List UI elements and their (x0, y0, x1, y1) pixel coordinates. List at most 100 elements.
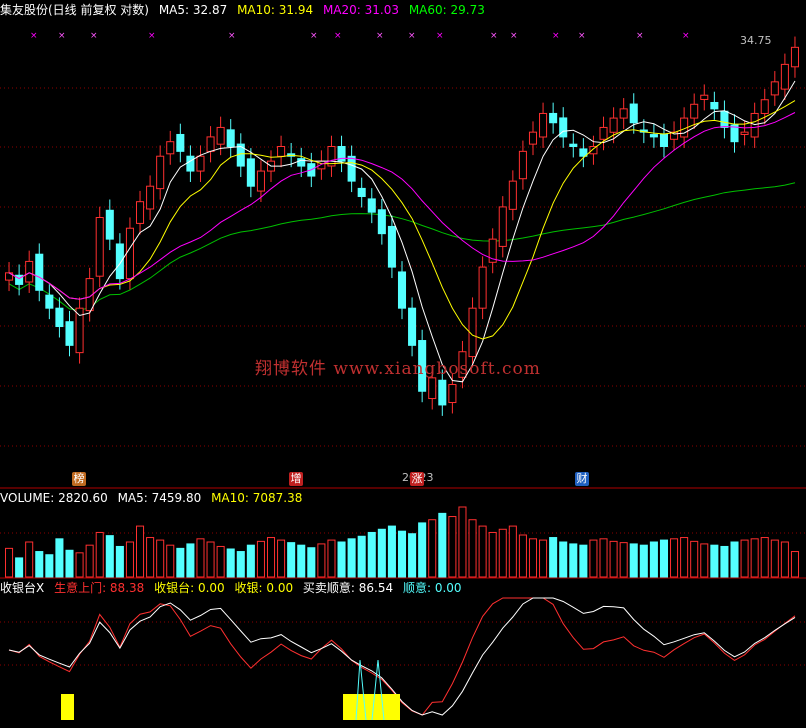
volume-bar (95, 531, 104, 578)
candle-up (539, 112, 548, 138)
volume-bar (670, 538, 679, 578)
volume-bar (196, 538, 205, 578)
volume-bar (528, 538, 538, 578)
candle-up (780, 63, 789, 90)
stock-title: 集友股份(日线 前复权 对数) (0, 3, 149, 17)
volume-bar (720, 545, 729, 578)
top-marker: × (334, 31, 342, 41)
volume-bar (65, 549, 74, 578)
volume-bar (327, 539, 336, 578)
candle-up (428, 377, 437, 400)
candle-up (146, 185, 155, 210)
volume-bar (156, 539, 165, 578)
volume-bar (307, 547, 316, 578)
volume-bar (125, 541, 134, 578)
candle-up (700, 94, 709, 100)
tag-zeng: 增 (289, 472, 303, 486)
volume-bar (266, 537, 276, 578)
candle-up (528, 131, 538, 145)
volume-bar (690, 540, 699, 578)
volume-bar (256, 540, 265, 578)
top-marker: × (682, 31, 690, 41)
volume-bar (518, 534, 527, 578)
volume-bar (790, 551, 799, 578)
indicator-lines (8, 597, 796, 721)
top-marker: × (510, 31, 518, 41)
volume-bar (710, 544, 719, 578)
volume-bar (25, 541, 34, 578)
volume-bar (236, 551, 245, 578)
candle-down (629, 103, 638, 124)
volume-bar (226, 548, 235, 578)
candle-up (277, 145, 286, 157)
indicator-item-2: 收银台: 0.00 (154, 581, 225, 595)
signal-block (343, 694, 400, 720)
indicator-item-4: 买卖顺意: 86.54 (302, 581, 394, 595)
candle-up (25, 260, 34, 283)
top-marker: × (148, 31, 156, 41)
candle-down (115, 243, 124, 280)
indicator-item-3: 收银: 0.00 (234, 581, 294, 595)
volume-bar (105, 535, 114, 578)
top-markers: × × × × × × × × × × × × × × × × (30, 31, 690, 41)
ma60-value: MA60: 29.73 (408, 3, 485, 17)
indicator-name: 收银台X (0, 581, 45, 595)
candle-down (408, 307, 417, 346)
volume-bar (337, 541, 346, 578)
volume-bar (579, 544, 588, 578)
indicator-red-line (8, 597, 796, 716)
volume-bar (659, 539, 669, 578)
candle-down (649, 134, 658, 138)
volume-bar (619, 542, 628, 578)
volume-bar (45, 554, 54, 578)
top-marker: × (490, 31, 498, 41)
top-marker: × (578, 31, 586, 41)
volume-bar (428, 519, 437, 578)
volume-bar (297, 544, 306, 578)
volume-bar (357, 535, 366, 578)
volume-bar (387, 525, 396, 578)
top-marker: × (408, 31, 416, 41)
high-price-label: 34.75 (740, 34, 772, 47)
candle-down (377, 209, 386, 235)
volume-bar (397, 530, 407, 578)
indicator-item-5: 顺意: 0.00 (402, 581, 462, 595)
volume-bar (176, 547, 185, 578)
candle-down (45, 294, 54, 309)
volume-ma5-value: MA5: 7459.80 (117, 491, 202, 505)
volume-bar (75, 552, 84, 578)
volume-bar (277, 539, 286, 578)
top-marker: × (310, 31, 318, 41)
volume-bar (498, 528, 507, 578)
volume-bar (478, 525, 487, 578)
volume-bar (317, 543, 326, 578)
tag-bang: 榜 (72, 472, 86, 486)
volume-value: VOLUME: 2820.60 (0, 491, 108, 505)
candle-down (246, 158, 255, 187)
volume-bar (599, 538, 608, 578)
volume-bar (418, 522, 427, 578)
ma10-value: MA10: 31.94 (237, 3, 314, 17)
volume-bar (750, 538, 759, 578)
candle-down (549, 112, 558, 124)
watermark: 翔博软件 www.xiangbosoft.com (255, 359, 541, 379)
candle-up (135, 201, 145, 224)
candle-down (367, 198, 376, 213)
candle-up (206, 136, 215, 152)
volume-bar (468, 519, 477, 578)
volume-bar (246, 544, 255, 578)
top-marker: × (376, 31, 384, 41)
volume-bar (760, 537, 769, 578)
volume-bar (569, 543, 578, 578)
indicator-header: 收银台X 生意上门: 88.38 收银台: 0.00 收银: 0.00 买卖顺意… (0, 580, 468, 596)
indicator-item-1: 生意上门: 88.38 (54, 581, 145, 595)
volume-bar (377, 528, 386, 578)
candle-up (478, 266, 487, 309)
candle-up (256, 170, 265, 192)
volume-bar (5, 547, 14, 578)
candle-down (65, 321, 74, 346)
volume-bar (55, 538, 64, 578)
candle-up (216, 126, 225, 145)
volume-bar (85, 544, 94, 578)
volume-bar (680, 537, 689, 578)
